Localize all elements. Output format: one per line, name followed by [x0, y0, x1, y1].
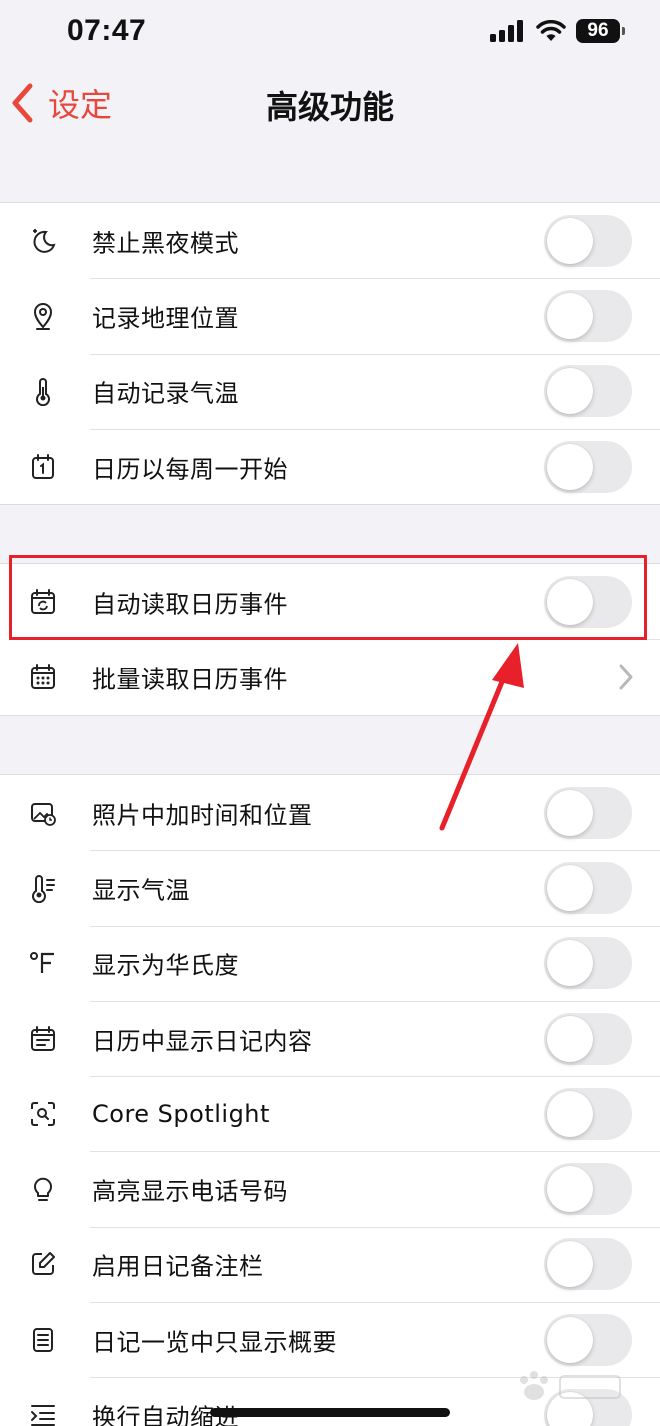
- setting-row-show-fahrenheit: 显示为华氏度: [0, 925, 660, 1001]
- setting-row-highlight-phone-numbers: 高亮显示电话号码: [0, 1151, 660, 1226]
- auto-record-temperature-toggle[interactable]: [544, 365, 632, 418]
- setting-row-record-location: 记录地理位置: [0, 278, 660, 353]
- calendar-sync-icon: [26, 585, 60, 619]
- setting-label: Core Spotlight: [92, 1099, 270, 1128]
- setting-label: 高亮显示电话号码: [92, 1177, 288, 1206]
- toggle-knob: [547, 443, 593, 490]
- toggle-knob: [547, 789, 593, 836]
- enable-diary-notes-toggle[interactable]: [544, 1238, 632, 1291]
- setting-row-enable-diary-notes: 启用日记备注栏: [0, 1226, 660, 1302]
- setting-label: 自动读取日历事件: [92, 590, 288, 619]
- setting-label: 日记一览中只显示概要: [92, 1328, 337, 1357]
- show-fahrenheit-toggle[interactable]: [544, 937, 632, 990]
- calendar-list-icon: [26, 1022, 60, 1056]
- toggle-knob: [547, 578, 593, 625]
- page-title: 高级功能: [265, 88, 394, 126]
- setting-row-calendar-show-diary: 日历中显示日记内容: [0, 1000, 660, 1076]
- watermark-logo: [520, 1371, 621, 1400]
- document-icon: [26, 1323, 60, 1357]
- setting-label: 记录地理位置: [92, 304, 239, 333]
- setting-label: 启用日记备注栏: [92, 1252, 264, 1281]
- setting-row-core-spotlight: Core Spotlight: [0, 1076, 660, 1151]
- fahrenheit-icon: [26, 946, 60, 980]
- location-pin-icon: [26, 299, 60, 333]
- lightbulb-icon: [26, 1172, 60, 1206]
- setting-row-auto-read-calendar-events: 自动读取日历事件: [0, 564, 660, 639]
- setting-label: 显示为华氏度: [92, 951, 239, 980]
- toggle-knob: [547, 217, 593, 264]
- toggle-knob: [547, 940, 593, 987]
- toggle-knob: [547, 864, 593, 911]
- settings-group-display: 照片中加时间和位置 显示气温 显示为华氏度 日历中显示日记内容 Core Spo…: [0, 774, 660, 1426]
- calendar-show-diary-toggle[interactable]: [544, 1012, 632, 1065]
- summary-only-toggle[interactable]: [544, 1313, 632, 1366]
- record-location-toggle[interactable]: [544, 289, 632, 342]
- calendar-one-icon: [26, 450, 60, 484]
- calendar-grid-icon: [26, 660, 60, 694]
- toggle-knob: [547, 368, 593, 415]
- status-bar: 07:47 96: [0, 0, 660, 62]
- status-time: 07:47: [67, 14, 147, 47]
- setting-row-disable-dark-mode: 禁止黑夜模式: [0, 203, 660, 278]
- core-spotlight-toggle[interactable]: [544, 1087, 632, 1140]
- week-starts-monday-toggle[interactable]: [544, 440, 632, 493]
- wifi-icon: [536, 20, 566, 41]
- thermometer-icon: [26, 374, 60, 408]
- setting-row-week-starts-monday: 日历以每周一开始: [0, 428, 660, 504]
- moon-icon: [26, 224, 60, 258]
- show-temperature-toggle[interactable]: [544, 861, 632, 914]
- photo-icon: [26, 796, 60, 830]
- toggle-knob: [547, 1241, 593, 1288]
- setting-label: 日历中显示日记内容: [92, 1027, 313, 1056]
- settings-group-calendar: 自动读取日历事件 批量读取日历事件: [0, 563, 660, 716]
- status-icons: 96: [490, 16, 625, 46]
- toggle-knob: [547, 292, 593, 339]
- disable-dark-mode-toggle[interactable]: [544, 214, 632, 267]
- battery-indicator: 96: [576, 19, 625, 43]
- settings-group-general: 禁止黑夜模式 记录地理位置 自动记录气温 日历以每周一开始: [0, 202, 660, 506]
- setting-label: 禁止黑夜模式: [92, 229, 239, 258]
- setting-row-photo-time-location: 照片中加时间和位置: [0, 775, 660, 850]
- home-indicator: [210, 1408, 450, 1417]
- auto-read-calendar-events-toggle[interactable]: [544, 575, 632, 628]
- setting-label: 照片中加时间和位置: [92, 801, 313, 830]
- toggle-knob: [547, 1316, 593, 1363]
- chevron-right-icon: [619, 664, 633, 690]
- photo-time-location-toggle[interactable]: [544, 786, 632, 839]
- indent-icon: [26, 1398, 60, 1426]
- setting-row-show-temperature: 显示气温: [0, 850, 660, 925]
- setting-row-batch-read-calendar-events[interactable]: 批量读取日历事件: [0, 639, 660, 714]
- setting-label: 自动记录气温: [92, 379, 239, 408]
- toggle-knob: [547, 1090, 593, 1137]
- highlight-phone-numbers-toggle[interactable]: [544, 1163, 632, 1216]
- spotlight-icon: [26, 1097, 60, 1131]
- toggle-knob: [547, 1015, 593, 1062]
- setting-label: 批量读取日历事件: [92, 665, 288, 694]
- toggle-knob: [547, 1166, 593, 1213]
- edit-note-icon: [26, 1247, 60, 1281]
- setting-row-auto-record-temperature: 自动记录气温: [0, 353, 660, 429]
- setting-label: 日历以每周一开始: [92, 455, 288, 484]
- setting-label: 显示气温: [92, 876, 190, 905]
- cellular-signal-icon: [490, 20, 523, 42]
- navigation-bar: 设定 高级功能: [0, 62, 660, 146]
- thermometer-lines-icon: [26, 871, 60, 905]
